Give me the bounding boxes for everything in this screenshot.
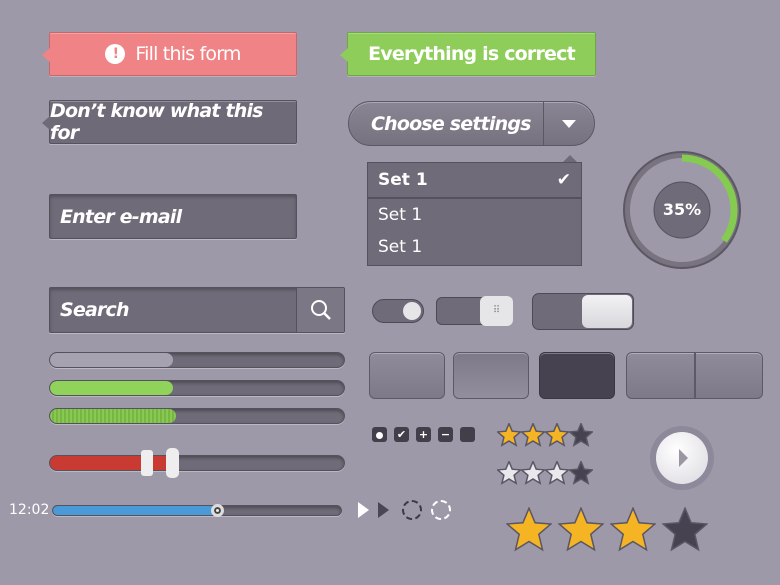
search-button[interactable] (296, 288, 344, 332)
play-icon (679, 449, 688, 467)
button-hover[interactable] (453, 352, 529, 399)
search-input[interactable]: Search (49, 287, 345, 333)
segmented-button-left[interactable] (626, 352, 695, 399)
toggle-medium[interactable]: ⠿ (436, 296, 513, 326)
plus-icon[interactable]: + (416, 427, 431, 442)
rating-white-filled-star-icon[interactable] (519, 459, 547, 489)
rating-large-filled-star-icon[interactable] (557, 506, 605, 557)
play-icon-dark[interactable] (378, 502, 389, 518)
option-label: Set 1 (378, 237, 423, 257)
refresh-icon-dark[interactable] (402, 500, 422, 520)
dropdown-option[interactable]: Set 1 (368, 199, 581, 231)
option-label: Set 1 (378, 170, 428, 190)
media-time: 12:02 (9, 502, 50, 518)
seek-fill (53, 506, 218, 515)
info-tooltip: Don’t know what this for (42, 100, 297, 144)
select-label: Choose settings (371, 112, 532, 135)
media-seek-bar[interactable] (52, 505, 342, 516)
button-normal[interactable] (369, 352, 445, 399)
range-handle-low[interactable] (141, 450, 153, 476)
success-tooltip: Everything is correct (340, 32, 596, 76)
choose-settings-select[interactable]: Choose settings (348, 101, 595, 146)
play-button[interactable] (650, 426, 714, 490)
play-icon[interactable] (358, 502, 369, 518)
refresh-icon[interactable] (431, 500, 451, 520)
dropdown-caret (563, 155, 577, 162)
info-text: Don’t know what this for (50, 100, 263, 144)
rating-small-filled-star-icon[interactable] (519, 421, 547, 451)
settings-dropdown: Set 1 ✔ Set 1 Set 1 (367, 162, 582, 266)
toggle-large[interactable] (532, 293, 634, 330)
minus-icon[interactable]: − (438, 427, 453, 442)
search-placeholder: Search (60, 299, 130, 321)
check-icon: ✔ (556, 170, 571, 190)
progress-fill (50, 409, 177, 423)
email-input[interactable]: Enter e-mail (49, 194, 297, 239)
rating-small-filled-star-icon[interactable] (543, 421, 571, 451)
rating-white-empty-star-icon[interactable] (567, 459, 595, 489)
chevron-down-icon[interactable] (543, 102, 594, 145)
error-text: Fill this form (135, 43, 241, 65)
progress-bar-gray (49, 352, 345, 368)
radio-icon[interactable] (372, 427, 387, 442)
progress-bar-striped (49, 408, 345, 424)
error-tooltip: ! Fill this form (42, 32, 297, 76)
toggle-small[interactable] (372, 299, 424, 323)
checkbox-checked-icon[interactable]: ✔ (394, 427, 409, 442)
success-text: Everything is correct (368, 43, 576, 65)
rating-large-filled-star-icon[interactable] (505, 506, 553, 557)
progress-fill (50, 381, 174, 395)
donut-label: 35% (662, 200, 702, 219)
rating-small-filled-star-icon[interactable] (495, 421, 523, 451)
segmented-button-right[interactable] (695, 352, 763, 399)
option-label: Set 1 (378, 205, 423, 225)
rating-large-empty-star-icon[interactable] (661, 506, 709, 557)
checkbox-empty-icon[interactable] (460, 427, 475, 442)
dropdown-option[interactable]: Set 1 (368, 231, 581, 263)
rating-white-filled-star-icon[interactable] (495, 459, 523, 489)
range-slider-track[interactable] (49, 455, 345, 471)
rating-small-empty-star-icon[interactable] (567, 421, 595, 451)
range-fill (50, 456, 174, 470)
exclamation-icon: ! (105, 44, 126, 64)
progress-fill (50, 353, 174, 367)
rating-large-filled-star-icon[interactable] (609, 506, 657, 557)
button-pressed[interactable] (539, 352, 615, 399)
dropdown-option-selected[interactable]: Set 1 ✔ (368, 163, 581, 199)
range-handle-high[interactable] (166, 448, 179, 478)
search-icon (310, 300, 331, 320)
email-placeholder: Enter e-mail (60, 205, 182, 228)
progress-bar-green (49, 380, 345, 396)
rating-white-filled-star-icon[interactable] (543, 459, 571, 489)
seek-thumb[interactable] (211, 504, 224, 517)
